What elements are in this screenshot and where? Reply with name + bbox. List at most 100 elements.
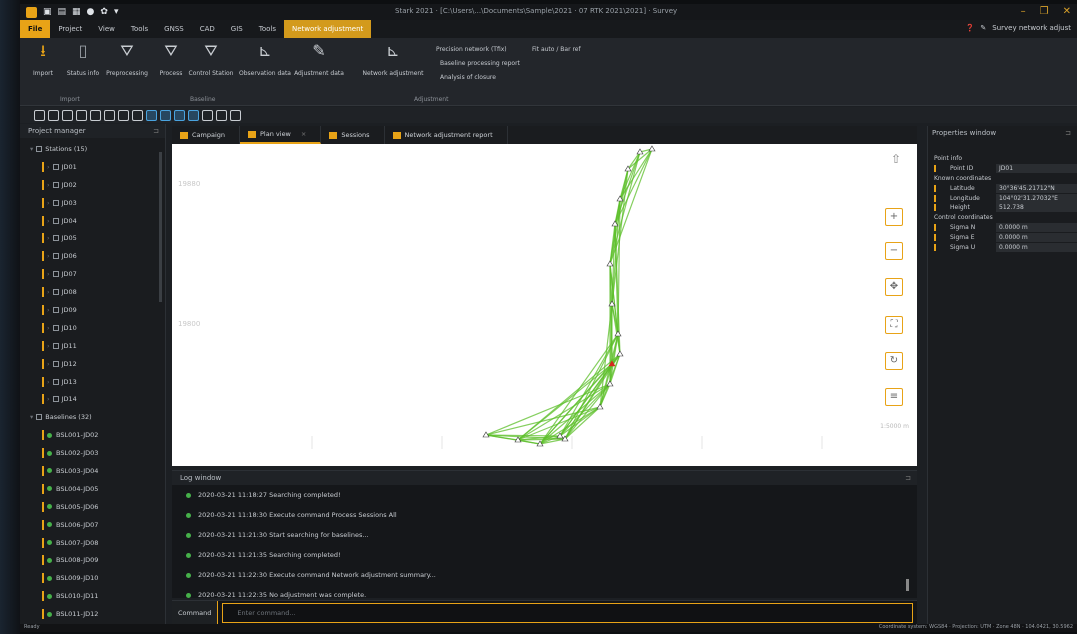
menu-view[interactable]: View <box>90 20 123 38</box>
tree-item-baseline[interactable]: BSL007-JD08 <box>20 534 165 552</box>
checkbox[interactable] <box>52 217 59 224</box>
tree-node-baselines[interactable]: ▾ Baselines (32) <box>20 408 165 426</box>
property-row[interactable]: Point ID JD01 <box>928 164 1077 174</box>
property-row[interactable]: Control coordinates <box>928 213 1077 223</box>
tab-network-report[interactable]: Network adjustment report <box>385 126 508 144</box>
property-row[interactable]: Point info <box>928 154 1077 164</box>
menu-file[interactable]: File <box>20 20 51 38</box>
checkbox[interactable] <box>52 360 59 367</box>
tree-item-baseline[interactable]: BSL004-JD05 <box>20 480 165 498</box>
menu-cad[interactable]: CAD <box>192 20 223 38</box>
property-row[interactable]: Height 512.738 <box>928 203 1077 213</box>
tree-item-baseline[interactable]: BSL008-JD09 <box>20 551 165 569</box>
baseline-line[interactable] <box>564 333 619 440</box>
checkbox[interactable] <box>52 289 59 296</box>
layer-view-icon[interactable] <box>174 109 185 121</box>
checkbox[interactable] <box>52 306 59 313</box>
baseline-line[interactable] <box>609 151 641 265</box>
tree-item-station[interactable]: › JD10 <box>20 319 165 337</box>
expand-icon[interactable]: › <box>47 217 50 225</box>
property-value[interactable]: JD01 <box>996 164 1077 174</box>
pin-panel-icon[interactable]: ⊐ <box>1065 126 1071 140</box>
tree-item-station[interactable]: › JD09 <box>20 301 165 319</box>
baseline-line[interactable] <box>619 151 641 200</box>
station-point[interactable] <box>606 260 614 267</box>
grid-view-icon[interactable] <box>146 109 157 121</box>
caret-icon[interactable]: ▾ <box>114 7 119 17</box>
select-tool-icon[interactable] <box>34 109 45 121</box>
menu-tools-2[interactable]: Tools <box>251 20 284 38</box>
tree-item-baseline[interactable]: BSL006-JD07 <box>20 516 165 534</box>
collapse-icon[interactable]: ▾ <box>30 145 33 153</box>
gear-icon[interactable]: ✿ <box>100 7 108 17</box>
property-value[interactable]: 512.738 <box>996 203 1077 213</box>
process-button[interactable]: ⛛ Process <box>152 42 190 78</box>
checkbox[interactable] <box>52 253 59 260</box>
zoom-out-icon[interactable] <box>62 109 73 121</box>
zoom-in-icon[interactable] <box>48 109 59 121</box>
info-icon[interactable] <box>230 109 241 121</box>
checkbox[interactable] <box>52 324 59 331</box>
pan-icon[interactable] <box>90 109 101 121</box>
option-baseline-report[interactable]: Baseline processing report <box>440 60 520 67</box>
checkbox[interactable] <box>52 181 59 188</box>
save-icon[interactable]: ▣ <box>43 7 52 17</box>
tree-item-station[interactable]: › JD03 <box>20 194 165 212</box>
expand-icon[interactable]: › <box>47 360 50 368</box>
menu-network-adjustment[interactable]: Network adjustment <box>283 20 372 38</box>
checkbox[interactable] <box>52 342 59 349</box>
tree-item-station[interactable]: › JD13 <box>20 373 165 391</box>
station-point[interactable] <box>648 145 656 152</box>
expand-icon[interactable]: › <box>47 342 50 350</box>
tree-item-station[interactable]: › JD02 <box>20 176 165 194</box>
station-point[interactable] <box>606 380 614 387</box>
tree-item-station[interactable]: › JD12 <box>20 355 165 373</box>
collapse-icon[interactable]: ▾ <box>30 413 33 421</box>
option-analysis-closure[interactable]: Analysis of closure <box>440 74 496 81</box>
pin-panel-icon[interactable]: ⊐ <box>153 124 159 138</box>
observation-data-button[interactable]: ⊾ Observation data <box>239 42 291 78</box>
control-station-button[interactable]: ⛛ Control Station <box>189 42 234 78</box>
checkbox[interactable] <box>52 378 59 385</box>
menu-project[interactable]: Project <box>50 20 90 38</box>
redo-icon[interactable] <box>118 109 129 121</box>
label-icon[interactable] <box>216 109 227 121</box>
plan-view-map[interactable]: 19880 19800 ⇧ + − ✥ ⛶ ↻ ≡ 1:5000 m <box>172 144 917 466</box>
account-label[interactable]: Survey network adjust <box>992 24 1071 32</box>
refresh-icon[interactable] <box>132 109 143 121</box>
pin-icon[interactable]: ● <box>87 7 95 17</box>
expand-icon[interactable]: › <box>47 234 50 242</box>
tree-node-stations[interactable]: ▾ Stations (15) <box>20 140 165 158</box>
status-info-button[interactable]: ▯ Status info <box>64 42 102 78</box>
expand-icon[interactable]: › <box>47 324 50 332</box>
tab-campaign[interactable]: Campaign <box>172 126 241 144</box>
tree-item-station[interactable]: › JD08 <box>20 283 165 301</box>
property-row[interactable]: Longitude 104°02'31.27032"E <box>928 193 1077 203</box>
zoom-in-map-button[interactable]: + <box>885 208 903 226</box>
undo-icon[interactable] <box>104 109 115 121</box>
settings-icon[interactable]: ✎ <box>980 24 986 32</box>
pin-panel-icon[interactable]: ⊐ <box>905 471 911 485</box>
checkbox[interactable] <box>36 145 43 152</box>
close-tab-icon[interactable]: × <box>301 130 306 138</box>
tab-plan-view[interactable]: Plan view × <box>240 126 322 144</box>
expand-icon[interactable]: › <box>47 181 50 189</box>
property-row[interactable]: Known coordinates <box>928 174 1077 184</box>
layers-map-button[interactable]: ≡ <box>885 388 903 406</box>
checkbox[interactable] <box>52 163 59 170</box>
minimize-button[interactable]: – <box>1021 6 1026 17</box>
expand-icon[interactable]: › <box>47 252 50 260</box>
checkbox[interactable] <box>52 199 59 206</box>
expand-icon[interactable]: › <box>47 378 50 386</box>
layout-icon[interactable]: ▦ <box>72 7 81 17</box>
expand-icon[interactable]: › <box>47 163 50 171</box>
adjustment-data-button[interactable]: ✎ Adjustment data <box>294 42 344 78</box>
expand-icon[interactable]: › <box>47 288 50 296</box>
tree-item-station[interactable]: › JD06 <box>20 247 165 265</box>
property-value[interactable]: 104°02'31.27032"E <box>996 193 1077 203</box>
property-value[interactable]: 30°36'45.21712"N <box>996 183 1077 193</box>
checkbox[interactable] <box>36 414 43 421</box>
command-input[interactable]: Enter command... <box>222 602 913 623</box>
tree-item-baseline[interactable]: BSL002-JD03 <box>20 444 165 462</box>
station-point[interactable] <box>616 350 624 357</box>
